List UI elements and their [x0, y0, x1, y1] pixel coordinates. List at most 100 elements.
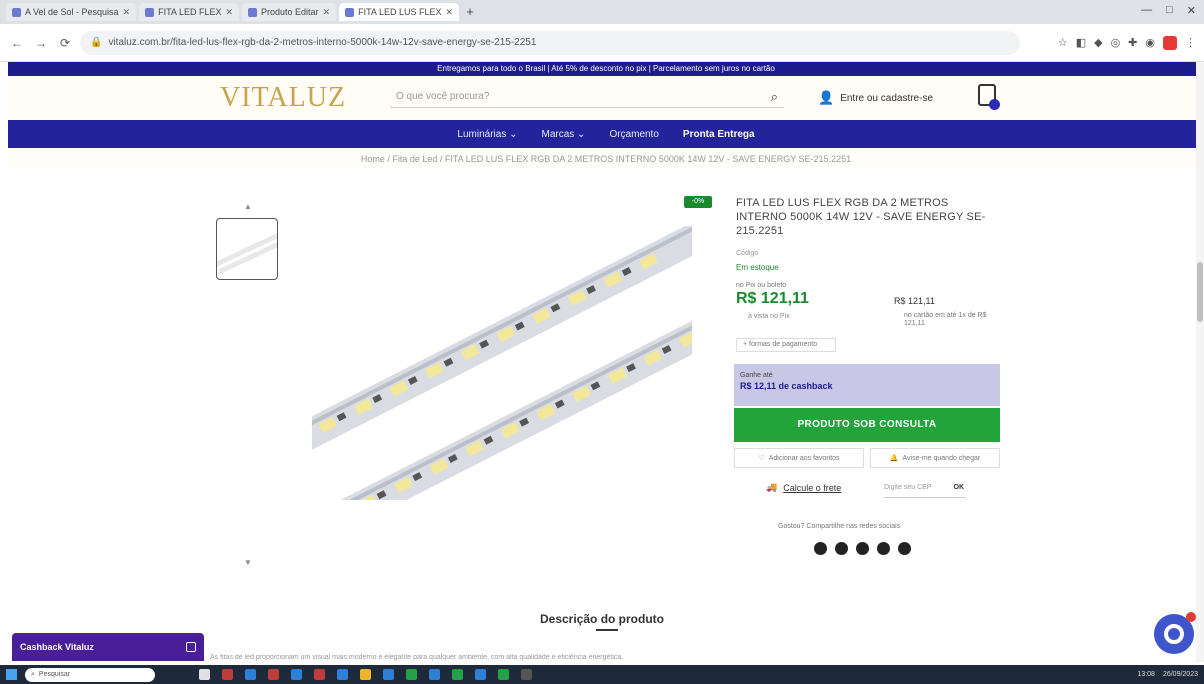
new-tab-button[interactable]: +: [462, 4, 478, 20]
gallery-down-icon[interactable]: ▼: [244, 558, 252, 567]
taskbar-app-icon[interactable]: [383, 669, 394, 680]
whatsapp-icon[interactable]: [835, 542, 848, 555]
cashback-widget[interactable]: Cashback Vitaluz: [12, 633, 204, 661]
gallery-up-icon[interactable]: ▲: [244, 202, 252, 211]
login-label: Entre ou cadastre-se: [840, 92, 934, 104]
installments-button[interactable]: + formas de pagamento: [736, 338, 836, 352]
taskbar-app-icon[interactable]: [268, 669, 279, 680]
nav-item-luminarias[interactable]: Luminárias ⌄: [457, 129, 517, 140]
user-icon: 👤: [818, 90, 835, 105]
nav-item-pronta-entrega[interactable]: Pronta Entrega: [683, 129, 755, 140]
consult-product-button[interactable]: PRODUTO SOB CONSULTA: [734, 408, 1000, 442]
notify-button[interactable]: 🔔 Avise-me quando chegar: [870, 448, 1000, 468]
product-main-image[interactable]: [312, 226, 692, 500]
product-price-alt: R$ 121,11: [894, 296, 935, 306]
login-link[interactable]: 👤 Entre ou cadastre-se: [818, 90, 933, 106]
pinterest-icon[interactable]: [877, 542, 890, 555]
back-button[interactable]: ←: [8, 34, 26, 52]
taskbar-app-icon[interactable]: [498, 669, 509, 680]
sale-badge: -0%: [684, 196, 712, 208]
site-logo[interactable]: VITALUZ: [220, 82, 346, 114]
star-icon[interactable]: ☆: [1058, 36, 1068, 50]
browser-tab[interactable]: A Vel de Sol - Pesquisa ✕: [6, 3, 137, 21]
scrollbar-thumb[interactable]: [1197, 262, 1203, 322]
extension-icon[interactable]: ◆: [1094, 36, 1102, 50]
notify-label: Avise-me quando chegar: [902, 454, 981, 462]
system-tray: 13:08 26/09/2023: [1137, 671, 1198, 678]
extension-icon[interactable]: ◎: [1111, 36, 1121, 50]
nav-item-marcas[interactable]: Marcas ⌄: [541, 129, 585, 140]
cep-ok-button[interactable]: OK: [954, 484, 965, 491]
freight-label: Calcule o frete: [783, 482, 842, 493]
tray-time[interactable]: 13:08: [1137, 671, 1155, 678]
maximize-button[interactable]: □: [1166, 4, 1173, 17]
tab-label: FITA LED FLEX: [158, 7, 222, 17]
product-thumbnail[interactable]: [216, 218, 278, 280]
price-note: à vista no Pix: [748, 313, 790, 320]
puzzle-icon[interactable]: ✚: [1128, 36, 1137, 50]
facebook-icon[interactable]: [814, 542, 827, 555]
windows-start-icon[interactable]: [6, 669, 17, 680]
taskbar-app-icon[interactable]: [429, 669, 440, 680]
taskbar-search[interactable]: ⌕ Pesquisar: [25, 667, 155, 682]
tab-close-icon[interactable]: ✕: [445, 7, 453, 18]
address-bar[interactable]: 🔒 vitaluz.com.br/fita-led-lus-flex-rgb-d…: [80, 30, 1020, 55]
description-text: As fitas de led proporcionam um visual m…: [210, 654, 624, 661]
favorite-button[interactable]: ♡ Adicionar aos favoritos: [734, 448, 864, 468]
extension-icon[interactable]: ◧: [1076, 36, 1086, 50]
page-scrollbar[interactable]: [1196, 62, 1204, 662]
taskbar-app-icon[interactable]: [475, 669, 486, 680]
search-input[interactable]: O que você procura? ⌕: [390, 86, 784, 108]
profile-icon[interactable]: ◉: [1145, 36, 1155, 50]
price-alt-note: no cartão em até 1x de R$ 121,11: [904, 312, 987, 327]
email-icon[interactable]: [898, 542, 911, 555]
menu-dots-icon[interactable]: ⋮: [1185, 36, 1196, 50]
chat-notification-badge: [1186, 612, 1196, 622]
description-title: Descrição do produto: [539, 612, 664, 626]
tab-close-icon[interactable]: ✕: [123, 7, 131, 18]
close-window-button[interactable]: ✕: [1187, 4, 1196, 17]
taskbar-app-icon[interactable]: [406, 669, 417, 680]
tab-close-icon[interactable]: ✕: [225, 7, 233, 18]
taskbar-app-icon[interactable]: [452, 669, 463, 680]
description-divider: [596, 629, 618, 631]
product-actions: ♡ Adicionar aos favoritos 🔔 Avise-me qua…: [734, 448, 1000, 468]
tray-date[interactable]: 26/09/2023: [1163, 671, 1198, 678]
browser-tab[interactable]: Produto Editar ✕: [242, 3, 337, 21]
app-badge-icon[interactable]: [1163, 35, 1177, 50]
search-icon[interactable]: ⌕: [771, 89, 778, 105]
twitter-icon[interactable]: [856, 542, 869, 555]
taskbar-app-icon[interactable]: [291, 669, 302, 680]
reload-button[interactable]: ⟳: [56, 34, 74, 52]
bell-icon: 🔔: [889, 455, 899, 462]
taskbar-app-icon[interactable]: [314, 669, 325, 680]
promo-bar: Entregamos para todo o Brasil | Até 5% d…: [8, 62, 1204, 76]
nav-item-orcamento[interactable]: Orçamento: [609, 129, 658, 140]
browser-tab-active[interactable]: FITA LED LUS FLEX ✕: [339, 3, 460, 21]
taskbar-app-icon[interactable]: [245, 669, 256, 680]
cashback-small: Ganhe até: [740, 372, 773, 379]
forward-button[interactable]: →: [32, 34, 50, 52]
cashback-amount: R$ 12,11 de cashback: [740, 381, 833, 391]
expand-icon[interactable]: [186, 642, 196, 652]
taskbar-app-icon[interactable]: [199, 669, 210, 680]
taskbar-app-icon[interactable]: [521, 669, 532, 680]
search-placeholder: O que você procura?: [396, 91, 490, 102]
tab-favicon-icon: [145, 7, 155, 17]
minimize-button[interactable]: —: [1141, 4, 1152, 17]
taskbar-app-icon[interactable]: [337, 669, 348, 680]
freight-calculator[interactable]: 🚚 Calcule o frete: [766, 482, 841, 493]
chat-button[interactable]: [1154, 612, 1196, 654]
cart-icon[interactable]: [978, 84, 1000, 110]
taskbar-app-icon[interactable]: [360, 669, 371, 680]
cep-input[interactable]: Digite seu CEP OK: [884, 484, 966, 498]
browser-tabbar: A Vel de Sol - Pesquisa ✕ FITA LED FLEX ✕ …: [0, 0, 1204, 24]
tab-label: Produto Editar: [261, 7, 319, 17]
product-title: FITA LED LUS FLEX RGB DA 2 METROS INTERN…: [736, 197, 986, 237]
breadcrumb[interactable]: Home / Fita de Led / FITA LED LUS FLEX R…: [8, 150, 1204, 168]
main-nav: Luminárias ⌄ Marcas ⌄ Orçamento Pronta E…: [8, 120, 1204, 148]
taskbar-app-icon[interactable]: [222, 669, 233, 680]
tab-close-icon[interactable]: ✕: [323, 7, 331, 18]
tab-favicon-icon: [248, 7, 258, 17]
browser-tab[interactable]: FITA LED FLEX ✕: [139, 3, 240, 21]
